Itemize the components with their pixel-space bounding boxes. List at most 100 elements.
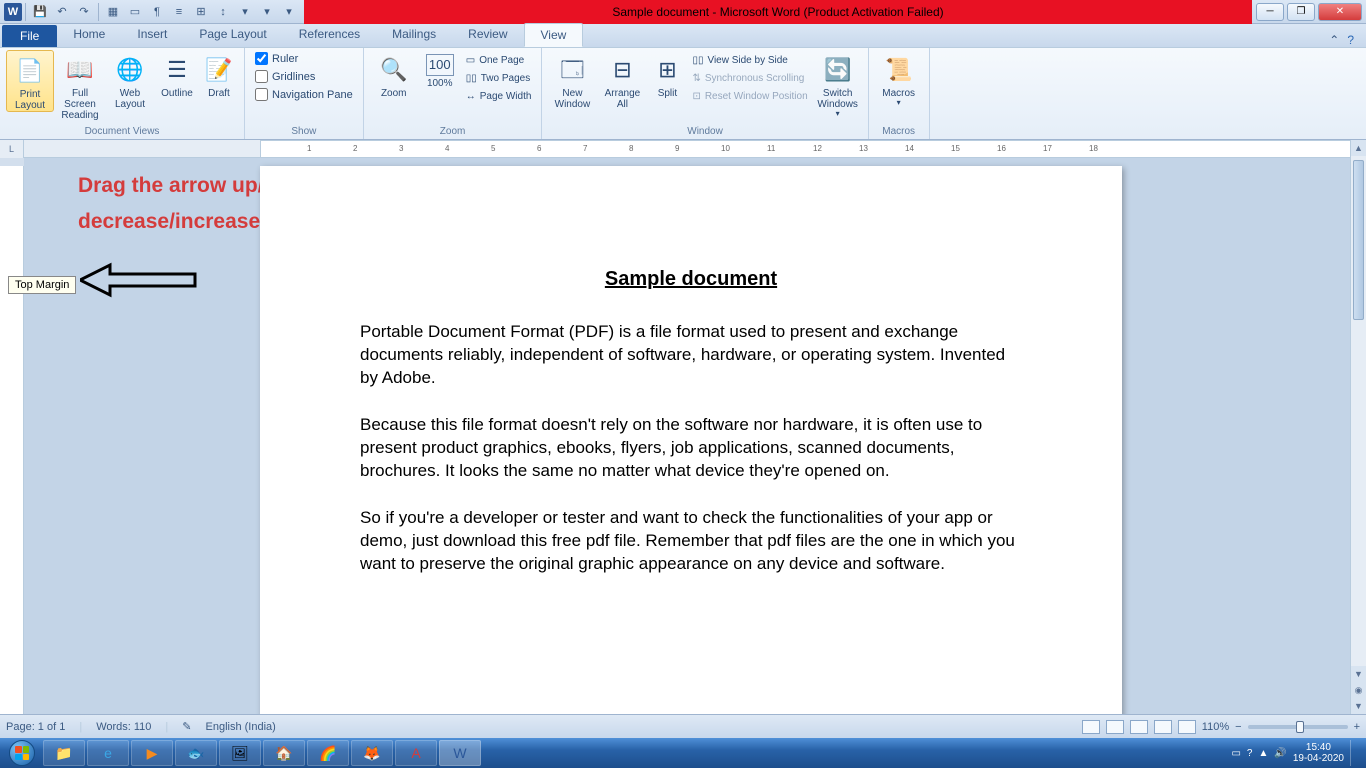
zoom-in-button[interactable]: + xyxy=(1354,721,1360,733)
taskbar-firefox-icon[interactable]: 🦊 xyxy=(351,740,393,766)
print-layout-view-icon[interactable] xyxy=(1082,720,1100,734)
qat-grid-icon[interactable]: ▦ xyxy=(104,3,122,21)
vertical-ruler[interactable] xyxy=(0,158,24,714)
outline-view-icon[interactable] xyxy=(1154,720,1172,734)
next-page-button[interactable]: ▼ xyxy=(1351,698,1366,714)
qat-align-icon[interactable]: ≡ xyxy=(170,3,188,21)
horizontal-ruler[interactable]: L 123456789101112131415161718 xyxy=(0,140,1366,158)
web-layout-view-icon[interactable] xyxy=(1130,720,1148,734)
show-desktop-button[interactable] xyxy=(1350,740,1358,766)
scroll-thumb[interactable] xyxy=(1353,160,1364,320)
outline-icon: ☰ xyxy=(161,54,193,86)
paragraph-1: Portable Document Format (PDF) is a file… xyxy=(360,321,1022,390)
help-icon[interactable]: ? xyxy=(1347,33,1354,47)
macros-button[interactable]: 📜Macros▾ xyxy=(875,50,923,108)
tab-review[interactable]: Review xyxy=(452,23,523,47)
tab-home[interactable]: Home xyxy=(57,23,121,47)
tab-references[interactable]: References xyxy=(283,23,376,47)
split-button[interactable]: ⊞Split xyxy=(648,50,686,99)
tab-mailings[interactable]: Mailings xyxy=(376,23,452,47)
zoom-button[interactable]: 🔍Zoom xyxy=(370,50,418,99)
arrange-all-button[interactable]: ⊟Arrange All xyxy=(598,50,646,110)
system-tray: ▭ ? ▲ 🔊 15:4019-04-2020 xyxy=(1231,740,1364,766)
tray-volume-icon[interactable]: 🔊 xyxy=(1274,748,1286,759)
taskbar-media-icon[interactable]: ▶ xyxy=(131,740,173,766)
hundred-icon: 100 xyxy=(426,54,454,76)
hundred-percent-button[interactable]: 100100% xyxy=(420,50,460,89)
taskbar-ie-icon[interactable]: e xyxy=(87,740,129,766)
annotation-arrow-icon xyxy=(80,260,200,300)
document-area: Drag the arrow up/down to decrease/incre… xyxy=(0,158,1350,714)
switch-windows-button[interactable]: 🔄Switch Windows▾ xyxy=(814,50,862,119)
tray-up-icon[interactable]: ▲ xyxy=(1258,748,1268,759)
taskbar-explorer-icon[interactable]: 📁 xyxy=(43,740,85,766)
language-status[interactable]: English (India) xyxy=(206,721,276,733)
undo-icon[interactable]: ↶ xyxy=(53,3,71,21)
group-show: Ruler Gridlines Navigation Pane Show xyxy=(245,48,364,139)
reset-pos-icon: ⊡ xyxy=(692,91,700,102)
qat-customize-icon[interactable]: ▾ xyxy=(280,3,298,21)
tab-page-layout[interactable]: Page Layout xyxy=(183,23,282,47)
tray-clock[interactable]: 15:4019-04-2020 xyxy=(1293,742,1344,764)
redo-icon[interactable]: ↷ xyxy=(75,3,93,21)
print-layout-button[interactable]: 📄Print Layout xyxy=(6,50,54,112)
qat-misc2-icon[interactable]: ▾ xyxy=(258,3,276,21)
draft-view-icon[interactable] xyxy=(1178,720,1196,734)
tab-insert[interactable]: Insert xyxy=(121,23,183,47)
taskbar-chrome-icon[interactable]: 🌈 xyxy=(307,740,349,766)
save-icon[interactable]: 💾 xyxy=(31,3,49,21)
full-screen-reading-button[interactable]: 📖Full Screen Reading xyxy=(56,50,104,121)
qat-spacing-icon[interactable]: ↕ xyxy=(214,3,232,21)
full-screen-view-icon[interactable] xyxy=(1106,720,1124,734)
vertical-scrollbar[interactable]: ▲ ▼ ◉ ▼ xyxy=(1350,140,1366,714)
one-page-icon: ▭ xyxy=(466,55,475,66)
one-page-button[interactable]: ▭One Page xyxy=(462,52,536,69)
file-tab[interactable]: File xyxy=(2,25,57,47)
view-side-by-side-button[interactable]: ▯▯View Side by Side xyxy=(688,52,811,69)
page-width-button[interactable]: ↔Page Width xyxy=(462,88,536,105)
gridlines-checkbox[interactable]: Gridlines xyxy=(251,68,357,85)
ribbon-minimize-icon[interactable]: ⌃ xyxy=(1329,33,1339,47)
scroll-up-button[interactable]: ▲ xyxy=(1351,140,1366,156)
macros-icon: 📜 xyxy=(883,54,915,86)
restore-button[interactable]: ❐ xyxy=(1287,3,1315,21)
qat-para-icon[interactable]: ¶ xyxy=(148,3,166,21)
draft-button[interactable]: 📝Draft xyxy=(200,50,238,99)
group-document-views: 📄Print Layout 📖Full Screen Reading 🌐Web … xyxy=(0,48,245,139)
tray-help-icon[interactable]: ? xyxy=(1247,748,1253,759)
proofing-icon[interactable]: ✎ xyxy=(182,720,191,733)
outline-button[interactable]: ☰Outline xyxy=(156,50,198,99)
paragraph-2: Because this file format doesn't rely on… xyxy=(360,414,1022,483)
navigation-pane-checkbox[interactable]: Navigation Pane xyxy=(251,86,357,103)
tab-selector[interactable]: L xyxy=(0,140,24,158)
tab-view[interactable]: View xyxy=(524,23,584,47)
minimize-button[interactable]: ─ xyxy=(1256,3,1284,21)
arrange-all-icon: ⊟ xyxy=(606,54,638,86)
zoom-slider[interactable] xyxy=(1248,725,1348,729)
word-count[interactable]: Words: 110 xyxy=(96,721,151,733)
page-count[interactable]: Page: 1 of 1 xyxy=(6,721,65,733)
close-button[interactable]: ✕ xyxy=(1318,3,1362,21)
tray-action-center-icon[interactable]: ▭ xyxy=(1231,748,1240,759)
taskbar-word-icon[interactable]: W xyxy=(439,740,481,766)
title-bar: Sample document - Microsoft Word (Produc… xyxy=(304,0,1252,24)
document-page: Sample document Portable Document Format… xyxy=(260,166,1122,714)
previous-page-button[interactable]: ◉ xyxy=(1351,682,1366,698)
zoom-level[interactable]: 110% xyxy=(1202,721,1229,733)
start-button[interactable] xyxy=(2,739,42,767)
ruler-checkbox[interactable]: Ruler xyxy=(251,50,357,67)
document-title: Sample document xyxy=(360,266,1022,293)
web-layout-button[interactable]: 🌐Web Layout xyxy=(106,50,154,110)
paragraph-3: So if you're a developer or tester and w… xyxy=(360,507,1022,576)
taskbar-adobe-icon[interactable]: A xyxy=(395,740,437,766)
scroll-down-button[interactable]: ▼ xyxy=(1351,666,1366,682)
new-window-button[interactable]: 🗔New Window xyxy=(548,50,596,110)
two-pages-button[interactable]: ▯▯Two Pages xyxy=(462,70,536,87)
qat-table-icon[interactable]: ⊞ xyxy=(192,3,210,21)
qat-misc1-icon[interactable]: ▾ xyxy=(236,3,254,21)
taskbar-app1-icon[interactable]: 🐟 xyxy=(175,740,217,766)
zoom-out-button[interactable]: − xyxy=(1235,721,1241,733)
taskbar-hp-icon[interactable]: 🏠 xyxy=(263,740,305,766)
qat-doc-icon[interactable]: ▭ xyxy=(126,3,144,21)
taskbar-pictures-icon[interactable]: 🖼 xyxy=(219,740,261,766)
